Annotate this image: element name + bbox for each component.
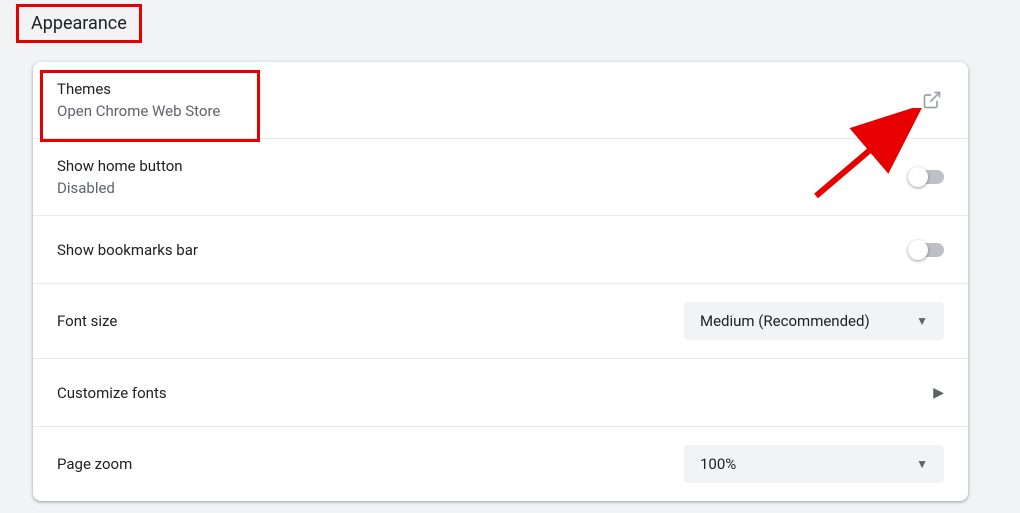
section-title-appearance: Appearance	[16, 4, 142, 43]
toggle-thumb	[908, 167, 928, 187]
customize-fonts-text: Customize fonts	[57, 384, 167, 402]
page-zoom-text: Page zoom	[57, 455, 132, 473]
font-size-dropdown[interactable]: Medium (Recommended) ▼	[684, 302, 944, 340]
page-zoom-value: 100%	[700, 455, 736, 473]
toggle-thumb	[908, 240, 928, 260]
chevron-right-icon: ▶	[933, 385, 944, 401]
bookmarks-bar-title: Show bookmarks bar	[57, 241, 198, 259]
page-zoom-title: Page zoom	[57, 455, 132, 473]
appearance-settings-card: Themes Open Chrome Web Store Show home b…	[33, 62, 968, 501]
section-title-label: Appearance	[31, 13, 127, 34]
home-button-row: Show home button Disabled	[33, 139, 968, 216]
home-button-subtitle: Disabled	[57, 179, 183, 197]
page-zoom-row: Page zoom 100% ▼	[33, 427, 968, 501]
font-size-title: Font size	[57, 312, 117, 330]
themes-row[interactable]: Themes Open Chrome Web Store	[33, 62, 968, 139]
font-size-row: Font size Medium (Recommended) ▼	[33, 284, 968, 359]
home-button-title: Show home button	[57, 157, 183, 175]
bookmarks-bar-text: Show bookmarks bar	[57, 241, 198, 259]
customize-fonts-title: Customize fonts	[57, 384, 167, 402]
chevron-down-icon: ▼	[916, 314, 928, 328]
themes-title: Themes	[57, 80, 220, 98]
font-size-value: Medium (Recommended)	[700, 312, 870, 330]
home-button-toggle[interactable]	[908, 170, 944, 184]
customize-fonts-row[interactable]: Customize fonts ▶	[33, 359, 968, 427]
bookmarks-bar-toggle[interactable]	[908, 243, 944, 257]
chevron-down-icon: ▼	[916, 457, 928, 471]
page-zoom-dropdown[interactable]: 100% ▼	[684, 445, 944, 483]
home-button-text: Show home button Disabled	[57, 157, 183, 197]
external-link-icon	[920, 88, 944, 112]
themes-text: Themes Open Chrome Web Store	[57, 80, 220, 120]
font-size-text: Font size	[57, 312, 117, 330]
themes-subtitle: Open Chrome Web Store	[57, 102, 220, 120]
bookmarks-bar-row: Show bookmarks bar	[33, 216, 968, 284]
